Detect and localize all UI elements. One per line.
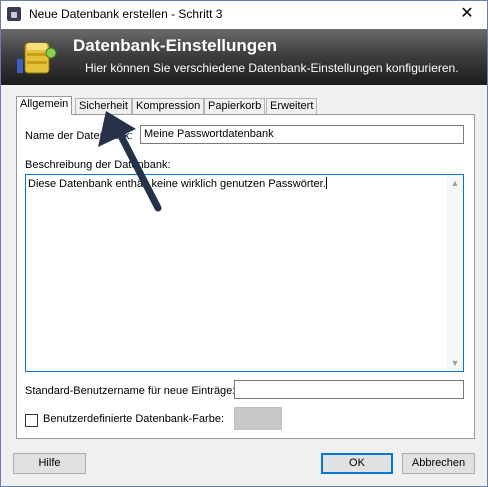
- dialog-window: Neue Datenbank erstellen - Schritt 3 ✕ D…: [0, 0, 488, 487]
- tab-allgemein[interactable]: Allgemein: [16, 96, 73, 115]
- annotation-arrow-icon: [98, 111, 162, 212]
